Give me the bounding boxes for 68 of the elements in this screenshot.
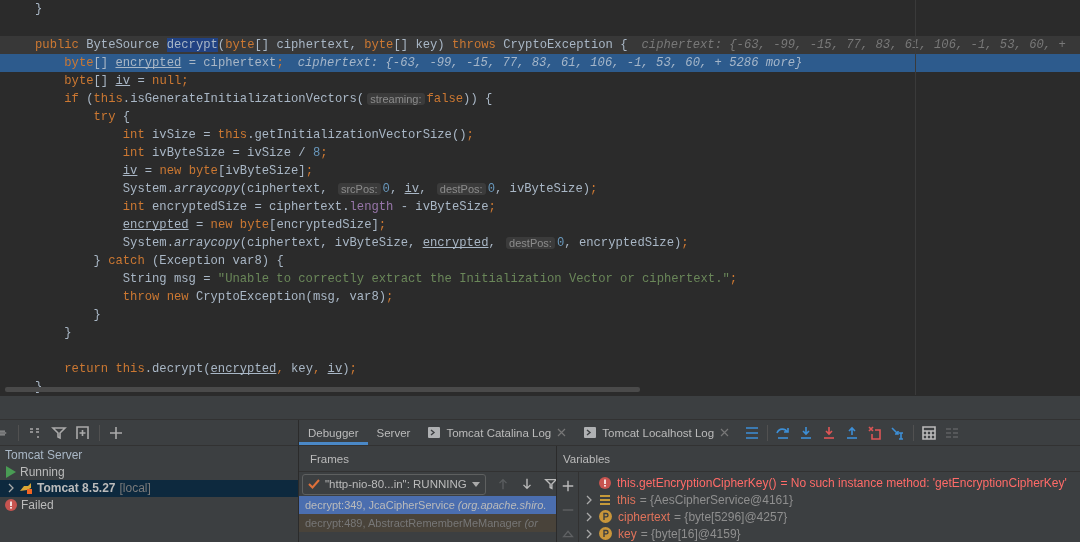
code-text: false)) { (426, 92, 493, 106)
caret-icon (471, 481, 480, 487)
add-frame-icon[interactable] (75, 424, 91, 441)
code-text: int encryptedSize = ciphertext.length - ivByteSize; (121, 200, 496, 214)
code-text: 0, encryptedSize); (556, 236, 689, 250)
calculator-icon[interactable] (921, 424, 938, 441)
console-icon (428, 427, 441, 438)
parameter-hint: streaming: (367, 93, 425, 105)
chevron-icon[interactable] (7, 483, 15, 494)
tab[interactable]: Tomcat Localhost Log (575, 420, 739, 445)
chevron-icon[interactable] (585, 511, 593, 522)
tab[interactable]: Debugger (299, 420, 368, 445)
thread-dropdown[interactable]: "http-nio-80...in": RUNNING (302, 473, 486, 495)
code-text: byte[] encrypted = ciphertext; (63, 56, 284, 70)
code-text: 0, ivByteSize); (487, 182, 598, 196)
add-icon[interactable] (560, 478, 575, 494)
error-icon (5, 498, 17, 511)
inline-value: ciphertext: {-63, -99, -15, 77, 83, 61, 106, -1, 53, 60, + 5286 more} (297, 56, 803, 70)
check-icon (308, 479, 320, 489)
chevron-icon[interactable] (585, 494, 593, 505)
code-text: if (this.isGenerateInitializationVectors( (63, 92, 365, 106)
close-icon[interactable] (557, 428, 567, 437)
panel-title: Frames (299, 446, 556, 472)
error-icon (599, 476, 611, 489)
play-icon (5, 465, 16, 478)
panel-title: Variables (557, 446, 1080, 472)
variable-entry[interactable]: ciphertext = {byte[5296]@4257} (618, 509, 788, 524)
drop-frame-icon[interactable] (867, 424, 884, 441)
console-icon (584, 427, 597, 438)
code-text: public ByteSource decrypt(byte[] ciphertext, byte[] key) throws CryptoException { (35, 38, 628, 52)
code-text: iv = new byte[ivByteSize]; (121, 164, 313, 178)
code-text: encrypted = new byte[encryptedSize]; (121, 218, 387, 232)
code-text: } catch (Exception var8) { (92, 254, 284, 268)
tree-item[interactable]: Failed (21, 497, 54, 512)
code-text: throw new CryptoException(msg, var8); (121, 290, 394, 304)
tree-item[interactable]: Running (20, 464, 65, 479)
tree-group-label[interactable]: Tomcat Server (5, 448, 83, 463)
tab[interactable]: Server (367, 420, 420, 445)
tab[interactable]: Tomcat Catalina Log (419, 420, 576, 445)
code-text: } (92, 308, 101, 322)
filter-icon[interactable] (51, 424, 67, 441)
variable-entry[interactable]: this = {AesCipherService@4161} (617, 492, 793, 507)
parameter-hint: destPos: (436, 183, 486, 195)
parameter-icon (599, 510, 612, 523)
filter-icon[interactable] (543, 476, 556, 492)
code-text: System.arraycopy(ciphertext, (121, 182, 329, 196)
code-text: byte[] iv = null; (63, 74, 189, 88)
cat-icon (19, 482, 33, 495)
tree-item[interactable]: Tomcat 8.5.27 [local] (37, 481, 151, 496)
code-text: String msg = "Unable to correctly extract the Initialization Vector or ciphertext."; (121, 272, 738, 286)
show-execution-point-icon[interactable] (744, 424, 761, 441)
code-text: } (63, 326, 72, 340)
code-text: try { (92, 110, 131, 124)
variable-entry[interactable]: key = {byte[16]@4159} (618, 526, 741, 541)
code-text: } (35, 2, 43, 16)
chevron-icon[interactable] (585, 528, 593, 539)
list-icon (599, 493, 611, 506)
variable-entry[interactable]: this.getEncryptionCipherKey() = No such instance method: 'getEncryptionCipherKey' (617, 475, 1067, 490)
parameter-hint: destPos: (506, 237, 555, 249)
parameter-hint: srcPos: (337, 183, 381, 195)
close-icon[interactable] (720, 428, 730, 437)
code-text: int ivByteSize = ivSize / 8; (121, 146, 328, 160)
code-text: int ivSize = this.getInitializationVectorSize(); (121, 128, 474, 142)
add-icon[interactable] (108, 424, 124, 441)
selected-tree-row[interactable]: Tomcat 8.5.27 [local] (0, 480, 298, 497)
code-text: 0, iv, (382, 182, 428, 196)
code-text: return this.decrypt(encrypted, key, iv); (63, 362, 357, 376)
code-text: System.arraycopy(ciphertext, ivByteSize, encrypted, (121, 236, 497, 250)
